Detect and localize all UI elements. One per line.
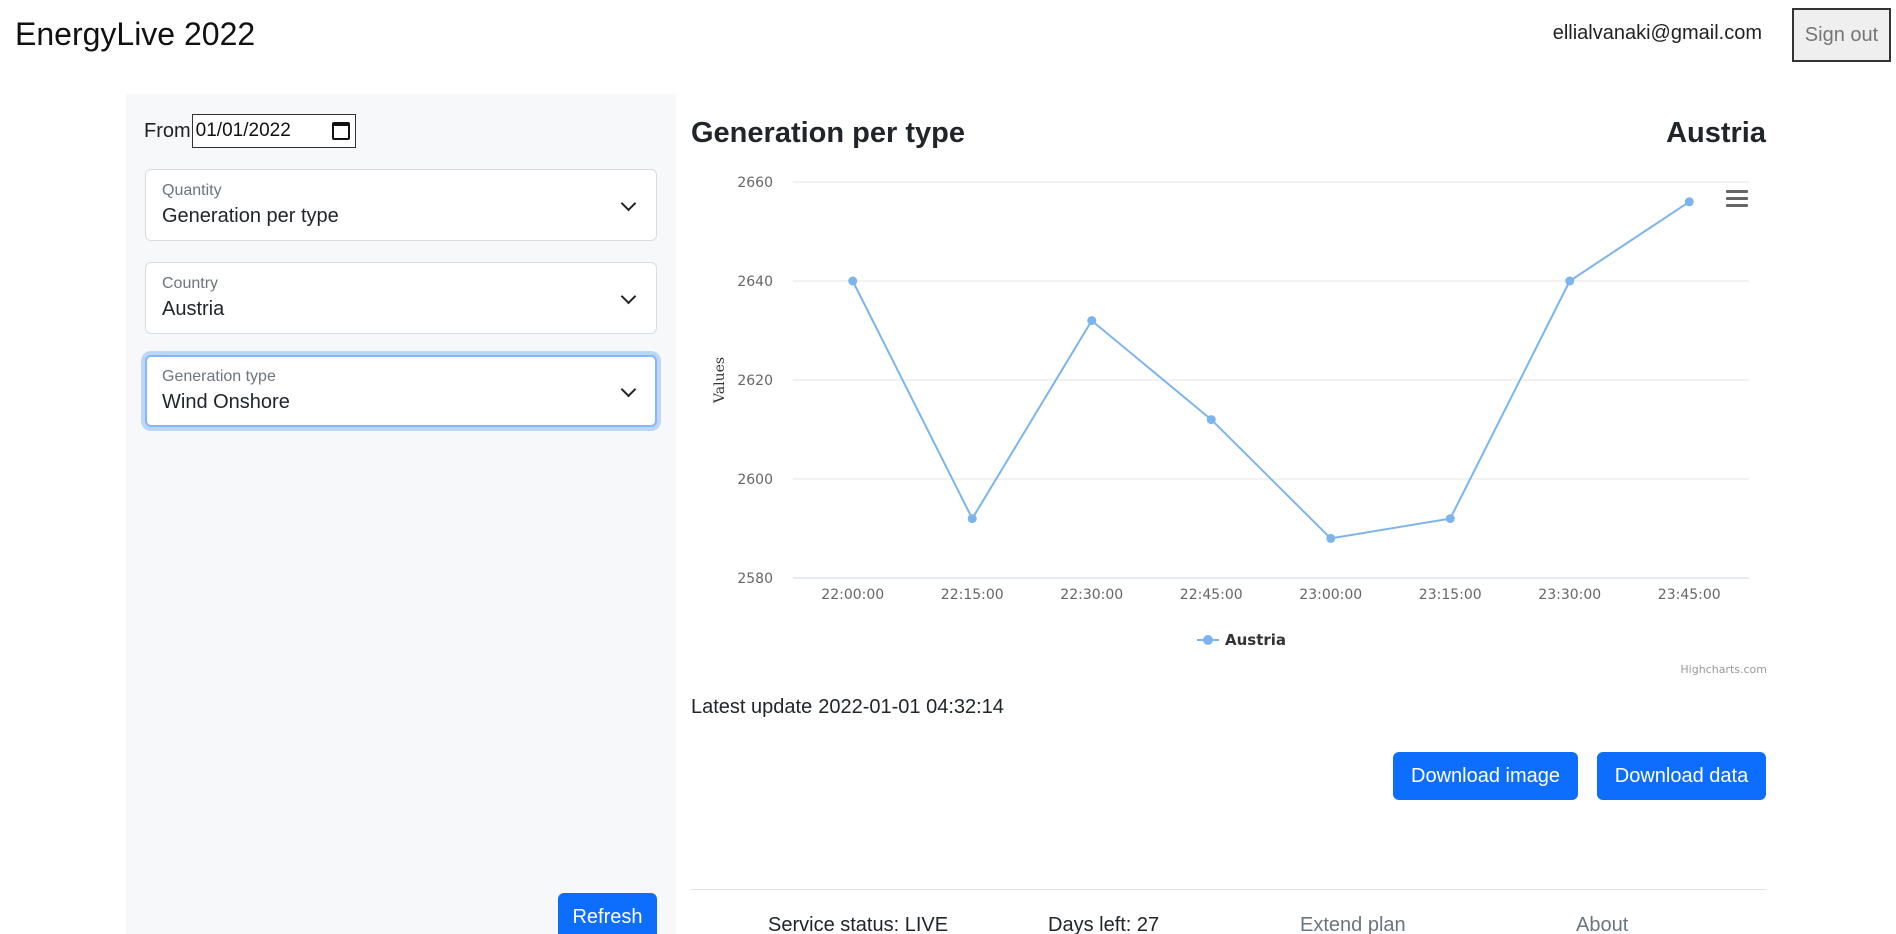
x-tick-label: 23:15:00: [1419, 587, 1482, 603]
data-point: [1684, 197, 1694, 207]
chart-title: Generation per type: [691, 117, 965, 149]
data-point: [1445, 514, 1455, 524]
latest-update-label: Latest update: [691, 696, 813, 718]
generation-type-caption: Generation type: [162, 368, 276, 385]
app-title: EnergyLive 2022: [15, 16, 256, 52]
legend-marker: [1203, 635, 1213, 645]
x-tick-label: 22:30:00: [1060, 587, 1123, 603]
country-select[interactable]: Country Austria: [145, 262, 657, 334]
chart-country: Austria: [1666, 117, 1766, 149]
from-date-value: 01/01/2022: [195, 120, 291, 141]
menu-bar: [1726, 204, 1748, 207]
from-label: From: [144, 119, 191, 142]
data-point: [1087, 316, 1097, 326]
y-axis-ticks: 2660 2640 2620 2600 2580: [737, 175, 773, 587]
y-tick-label: 2620: [737, 373, 773, 389]
extend-plan-link[interactable]: Extend plan: [1300, 914, 1406, 934]
series-line: [851, 200, 1690, 540]
chevron-down-icon: [620, 381, 637, 398]
x-tick-label: 22:45:00: [1180, 587, 1243, 603]
menu-bar: [1726, 190, 1748, 193]
chevron-down-icon: [620, 288, 637, 305]
data-point: [1565, 276, 1575, 286]
chart-legend[interactable]: Austria: [1197, 631, 1286, 649]
quantity-select[interactable]: Quantity Generation per type: [145, 169, 657, 241]
x-tick-label: 23:00:00: [1299, 587, 1362, 603]
x-tick-label: 22:00:00: [821, 587, 884, 603]
country-caption: Country: [162, 275, 219, 292]
x-tick-label: 23:45:00: [1658, 587, 1721, 603]
about-link[interactable]: About: [1576, 914, 1628, 934]
chart-menu-icon[interactable]: [1726, 190, 1748, 207]
legend-label: Austria: [1225, 631, 1286, 649]
x-tick-label: 23:30:00: [1538, 587, 1601, 603]
y-axis-title: Values: [712, 357, 728, 404]
calendar-icon[interactable]: [331, 122, 350, 140]
footer-divider: [691, 889, 1766, 890]
refresh-button[interactable]: Refresh: [558, 893, 657, 934]
quantity-caption: Quantity: [162, 182, 222, 199]
latest-update-value: 2022-01-01 04:32:14: [818, 696, 1004, 718]
generation-type-value: Wind Onshore: [162, 391, 290, 413]
y-tick-label: 2640: [737, 274, 773, 290]
line-chart: 2660 2640 2620 2600 2580 Values 22:00:00 22:1…: [712, 175, 1767, 676]
from-date-input[interactable]: 01/01/2022: [191, 114, 356, 148]
data-point: [1326, 533, 1336, 543]
chart-series: [848, 197, 1694, 543]
data-point: [848, 276, 858, 286]
latest-update: Latest update 2022-01-01 04:32:14: [691, 696, 1004, 719]
sign-out-button[interactable]: Sign out: [1792, 8, 1891, 62]
generation-type-select[interactable]: Generation type Wind Onshore: [145, 355, 657, 427]
country-value: Austria: [162, 298, 225, 320]
from-date-row: From 01/01/2022: [144, 114, 356, 148]
data-point: [1206, 415, 1216, 425]
chart-credits[interactable]: Highcharts.com: [1680, 663, 1767, 676]
data-point: [967, 514, 977, 524]
x-axis-ticks: 22:00:00 22:15:00 22:30:00 22:45:00 23:00:00…: [821, 587, 1720, 603]
days-left: Days left: 27: [1048, 914, 1160, 934]
user-email: ellialvanaki@gmail.com: [1552, 22, 1762, 44]
download-image-button[interactable]: Download image: [1393, 752, 1578, 800]
download-data-button[interactable]: Download data: [1597, 752, 1766, 800]
quantity-value: Generation per type: [162, 205, 339, 227]
y-tick-label: 2600: [737, 472, 773, 488]
service-status: Service status: LIVE: [768, 914, 949, 934]
menu-bar: [1726, 197, 1748, 200]
filter-sidebar: From 01/01/2022 Quantity Generation per …: [126, 94, 676, 934]
y-tick-label: 2660: [737, 175, 773, 191]
x-tick-label: 22:15:00: [941, 587, 1004, 603]
y-tick-label: 2580: [737, 571, 773, 587]
chart-grid: [793, 181, 1749, 579]
chevron-down-icon: [620, 195, 637, 212]
